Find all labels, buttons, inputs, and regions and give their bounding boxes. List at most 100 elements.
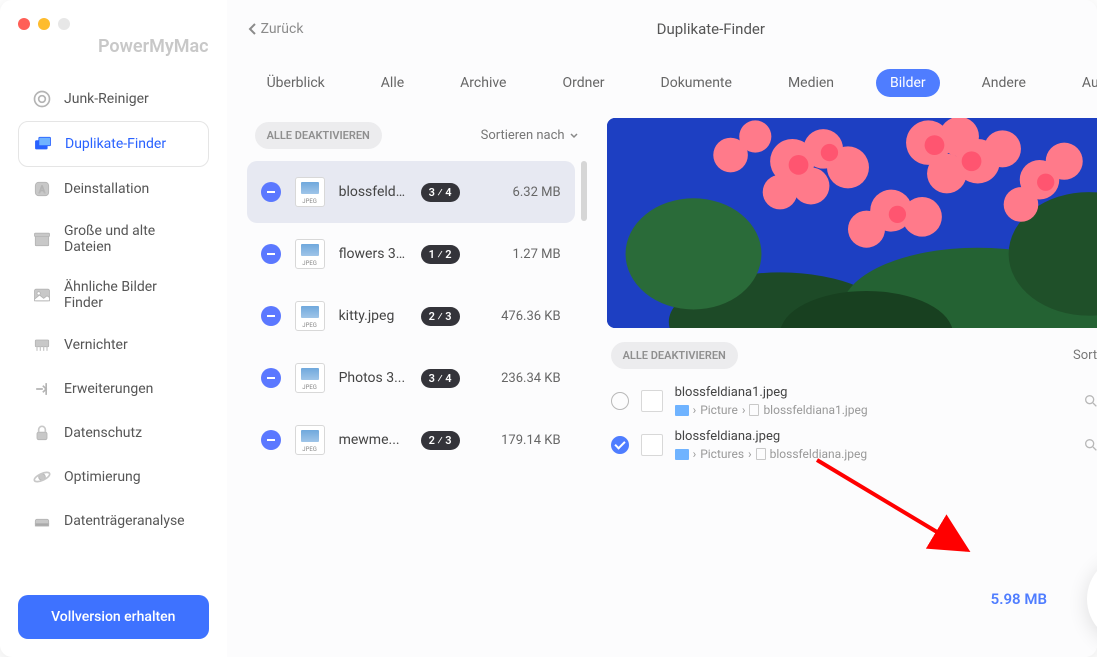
group-row[interactable]: flowers 3... 1 ⁄ 2 1.27 MB: [247, 223, 575, 285]
group-size: 1.27 MB: [513, 247, 561, 262]
tab-media[interactable]: Medien: [774, 69, 848, 97]
collapse-icon[interactable]: [261, 182, 281, 202]
minimize-dot[interactable]: [38, 18, 50, 30]
search-icon[interactable]: [1083, 437, 1097, 453]
main: Zurück Duplikate-Finder ? Überblick Alle…: [227, 0, 1097, 657]
group-size: 6.32 MB: [513, 185, 561, 200]
duplicate-groups-panel: ALLE DEAKTIVIEREN Sortieren nach blossfe…: [247, 118, 587, 637]
file-row[interactable]: blossfeldiana.jpeg › Pictures › blossfel…: [607, 423, 1097, 467]
folders-icon: [33, 134, 53, 154]
file-thumb-icon: [641, 390, 663, 412]
group-size: 236.34 KB: [501, 371, 560, 386]
group-name: kitty.jpeg: [339, 308, 407, 324]
group-row[interactable]: blossfeld... 3 ⁄ 4 6.32 MB: [247, 161, 575, 223]
sidebar-item-label: Erweiterungen: [64, 381, 153, 397]
maximize-dot[interactable]: [58, 18, 70, 30]
tab-selected[interactable]: Ausgewählt: [1068, 69, 1097, 97]
back-label: Zurück: [261, 21, 304, 37]
scrollbar[interactable]: [581, 161, 587, 221]
sidebar-item-extensions[interactable]: Erweiterungen: [18, 367, 209, 411]
sidebar-item-privacy[interactable]: Datenschutz: [18, 411, 209, 455]
sidebar-item-disk[interactable]: Datenträgeranalyse: [18, 499, 209, 543]
file-row[interactable]: blossfeldiana1.jpeg › Picture › blossfel…: [607, 379, 1097, 423]
tab-archive[interactable]: Archive: [446, 69, 520, 97]
file-name: blossfeldiana.jpeg: [675, 429, 868, 444]
full-version-button[interactable]: Vollversion erhalten: [18, 595, 209, 639]
image-preview: [607, 118, 1097, 328]
count-badge: 1 ⁄ 2: [421, 245, 460, 264]
deactivate-all-button[interactable]: ALLE DEAKTIVIEREN: [255, 122, 382, 149]
close-dot[interactable]: [18, 18, 30, 30]
sidebar-item-label: Duplikate-Finder: [65, 136, 166, 152]
folder-icon: [675, 449, 689, 460]
file-path: › Pictures › blossfeldiana.jpeg: [675, 447, 868, 461]
search-icon[interactable]: [1083, 393, 1097, 409]
sidebar-item-duplicate[interactable]: Duplikate-Finder: [18, 121, 209, 167]
image-icon: [32, 285, 52, 305]
tabs: Überblick Alle Archive Ordner Dokumente …: [227, 58, 1097, 108]
tab-documents[interactable]: Dokumente: [647, 69, 746, 97]
sidebar-item-shredder[interactable]: Vernichter: [18, 323, 209, 367]
file-name: blossfeldiana1.jpeg: [675, 385, 868, 400]
collapse-icon[interactable]: [261, 430, 281, 450]
sidebar-item-label: Optimierung: [64, 469, 141, 485]
sidebar-item-large[interactable]: Große und alte Dateien: [18, 211, 209, 267]
tab-images[interactable]: Bilder: [876, 69, 940, 97]
orbit-icon: [32, 467, 52, 487]
jpeg-thumb-icon: [295, 301, 325, 331]
sort-by-dropdown-files[interactable]: Sortieren nach: [1073, 348, 1097, 363]
app-icon: A: [32, 179, 52, 199]
sidebar-item-optimize[interactable]: Optimierung: [18, 455, 209, 499]
target-icon: [32, 89, 52, 109]
sidebar: PowerMyMac Junk-Reiniger Duplikate-Finde…: [0, 0, 227, 657]
sidebar-item-label: Vernichter: [64, 337, 128, 353]
chevron-left-icon: [247, 22, 257, 36]
box-icon: [32, 229, 52, 249]
folder-icon: [675, 405, 689, 416]
chevron-down-icon: [569, 132, 579, 140]
checkbox[interactable]: [611, 392, 629, 410]
collapse-icon[interactable]: [261, 244, 281, 264]
tab-folder[interactable]: Ordner: [548, 69, 618, 97]
back-button[interactable]: Zurück: [247, 21, 304, 37]
group-row[interactable]: Photos 3... 3 ⁄ 4 236.34 KB: [247, 347, 575, 409]
window-controls[interactable]: [18, 18, 70, 30]
sidebar-item-label: Deinstallation: [64, 181, 149, 197]
count-badge: 2 ⁄ 3: [421, 307, 460, 326]
count-badge: 2 ⁄ 3: [421, 431, 460, 450]
lock-icon: [32, 423, 52, 443]
deactivate-all-button-files[interactable]: ALLE DEAKTIVIEREN: [611, 342, 738, 369]
collapse-icon[interactable]: [261, 306, 281, 326]
jpeg-thumb-icon: [295, 239, 325, 269]
group-name: mewme...: [339, 432, 407, 448]
shredder-icon: [32, 335, 52, 355]
jpeg-thumb-icon: [295, 363, 325, 393]
sort-by-dropdown[interactable]: Sortieren nach: [481, 128, 579, 143]
sidebar-item-label: Datenschutz: [64, 425, 142, 441]
tab-all[interactable]: Alle: [367, 69, 418, 97]
count-badge: 3 ⁄ 4: [421, 183, 460, 202]
group-row[interactable]: mewme... 2 ⁄ 3 179.14 KB: [247, 409, 575, 471]
file-icon: [749, 404, 759, 416]
group-name: flowers 3...: [339, 246, 407, 262]
clean-button[interactable]: Bereinigen: [1087, 555, 1097, 643]
jpeg-thumb-icon: [295, 177, 325, 207]
tab-other[interactable]: Andere: [968, 69, 1040, 97]
app-title: PowerMyMac: [98, 36, 209, 57]
sidebar-item-label: Datenträgeranalyse: [64, 513, 185, 529]
sidebar-item-similar[interactable]: Ähnliche Bilder Finder: [18, 267, 209, 323]
sidebar-item-junk[interactable]: Junk-Reiniger: [18, 77, 209, 121]
file-icon: [756, 448, 766, 460]
count-badge: 3 ⁄ 4: [421, 369, 460, 388]
group-row[interactable]: kitty.jpeg 2 ⁄ 3 476.36 KB: [247, 285, 575, 347]
jpeg-thumb-icon: [295, 425, 325, 455]
tab-overview[interactable]: Überblick: [253, 69, 339, 97]
sidebar-item-label: Große und alte Dateien: [64, 223, 195, 255]
file-path: › Picture › blossfeldiana1.jpeg: [675, 403, 868, 417]
sidebar-item-label: Ähnliche Bilder Finder: [64, 279, 195, 311]
collapse-icon[interactable]: [261, 368, 281, 388]
group-size: 476.36 KB: [501, 309, 560, 324]
checkbox[interactable]: [611, 436, 629, 454]
sidebar-item-uninstall[interactable]: A Deinstallation: [18, 167, 209, 211]
extension-icon: [32, 379, 52, 399]
